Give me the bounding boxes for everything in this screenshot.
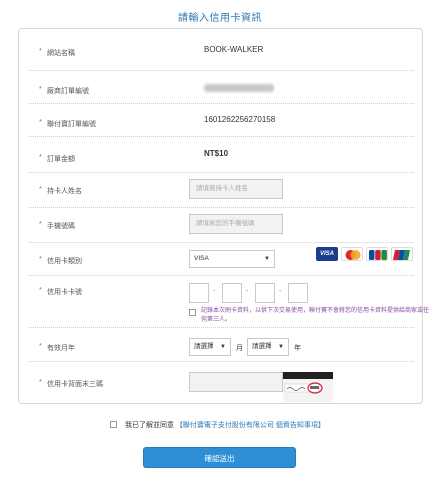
row-card-type: * 信用卡類別 VISA ▼ VISA [29, 243, 414, 276]
card-number-part-1[interactable] [189, 283, 209, 303]
card-number-part-4[interactable] [288, 283, 308, 303]
agreement-checkbox[interactable] [110, 421, 117, 428]
remember-card-checkbox[interactable] [189, 309, 196, 316]
row-amount: * 訂單金額 NT$10 [29, 137, 414, 173]
chevron-down-icon: ▼ [264, 256, 270, 262]
card-number-part-3[interactable] [255, 283, 275, 303]
remember-card-note: 記錄本次刷卡資料，以供下次交易使用，聯付寶不會將您的信用卡資料提供給商家或任何第… [201, 308, 430, 323]
row-site-name: * 網站名稱 BOOK-WALKER [29, 29, 414, 71]
row-cvv: * 信用卡背面末三碼 [29, 362, 414, 404]
required-mark: * [39, 221, 42, 228]
submit-button[interactable]: 確認送出 [143, 447, 296, 468]
agreement-text: 我已了解並同意 [124, 422, 174, 429]
expiry-year-value: 請選擇 [252, 343, 272, 350]
required-mark: * [39, 86, 42, 93]
chevron-down-icon: ▼ [220, 344, 226, 350]
visa-logo-icon: VISA [316, 247, 338, 261]
jcb-logo-icon [366, 247, 388, 261]
card-number-separator: - [279, 288, 282, 295]
cardholder-label: 持卡人姓名 [47, 188, 82, 195]
required-mark: * [39, 256, 42, 263]
row-expiry: * 有效月年 請選擇 ▼ 月 請選擇 ▼ 年 [29, 328, 414, 362]
card-number-label: 信用卡卡號 [47, 289, 82, 296]
agreement: 我已了解並同意 【聯付寶電子支付股份有限公司 個資告知事項】 [110, 420, 325, 430]
mastercard-logo-icon [341, 247, 363, 261]
payment-order-value: 1601262256270158 [204, 115, 276, 124]
required-mark: * [39, 48, 42, 55]
required-mark: * [39, 154, 42, 161]
store-order-value-blurred [204, 84, 274, 92]
expiry-label: 有效月年 [47, 345, 75, 352]
row-cardholder: * 持卡人姓名 請填寫持卡人姓名 [29, 173, 414, 208]
expiry-month-unit: 月 [236, 345, 243, 352]
card-number-part-2[interactable] [222, 283, 242, 303]
required-mark: * [39, 186, 42, 193]
row-phone: * 手機號碼 請填寫您的手機號碼 [29, 208, 414, 243]
privacy-notice-link[interactable]: 【聯付寶電子支付股份有限公司 個資告知事項】 [176, 422, 325, 429]
required-mark: * [39, 287, 42, 294]
site-name-label: 網站名稱 [47, 50, 75, 57]
phone-input[interactable]: 請填寫您的手機號碼 [189, 214, 283, 234]
cvv-label: 信用卡背面末三碼 [47, 381, 103, 388]
required-mark: * [39, 119, 42, 126]
payment-form-card: * 網站名稱 BOOK-WALKER * 廠商訂單編號 * 聯付寶訂單編號 16… [18, 28, 429, 404]
cardholder-input[interactable]: 請填寫持卡人姓名 [189, 179, 283, 199]
row-card-number: * 信用卡卡號 - - - 記錄本次刷卡資料，以供下次交易使用，聯付寶不會將您的… [29, 276, 429, 328]
cvv-hint-image [283, 372, 333, 402]
card-number-separator: - [246, 288, 249, 295]
required-mark: * [39, 379, 42, 386]
store-order-label: 廠商訂單編號 [47, 88, 89, 95]
amount-label: 訂單金額 [47, 156, 75, 163]
unionpay-logo-icon [391, 247, 413, 261]
card-number-separator: - [213, 288, 216, 295]
card-type-selected: VISA [194, 255, 209, 262]
expiry-year-unit: 年 [294, 345, 301, 352]
expiry-month-value: 請選擇 [194, 343, 214, 350]
page-title: 請輸入信用卡資訊 [178, 13, 262, 24]
row-payment-order: * 聯付寶訂單編號 1601262256270158 [29, 104, 414, 137]
payment-order-label: 聯付寶訂單編號 [47, 121, 96, 128]
expiry-month-select[interactable]: 請選擇 ▼ [189, 338, 231, 356]
site-name-value: BOOK-WALKER [204, 45, 264, 54]
amount-value: NT$10 [204, 149, 229, 158]
cvv-input[interactable] [189, 372, 283, 392]
required-mark: * [39, 343, 42, 350]
row-store-order: * 廠商訂單編號 [29, 71, 414, 104]
chevron-down-icon: ▼ [278, 344, 284, 350]
card-type-select[interactable]: VISA ▼ [189, 250, 275, 268]
phone-label: 手機號碼 [47, 223, 75, 230]
expiry-year-select[interactable]: 請選擇 ▼ [247, 338, 289, 356]
card-type-label: 信用卡類別 [47, 258, 82, 265]
